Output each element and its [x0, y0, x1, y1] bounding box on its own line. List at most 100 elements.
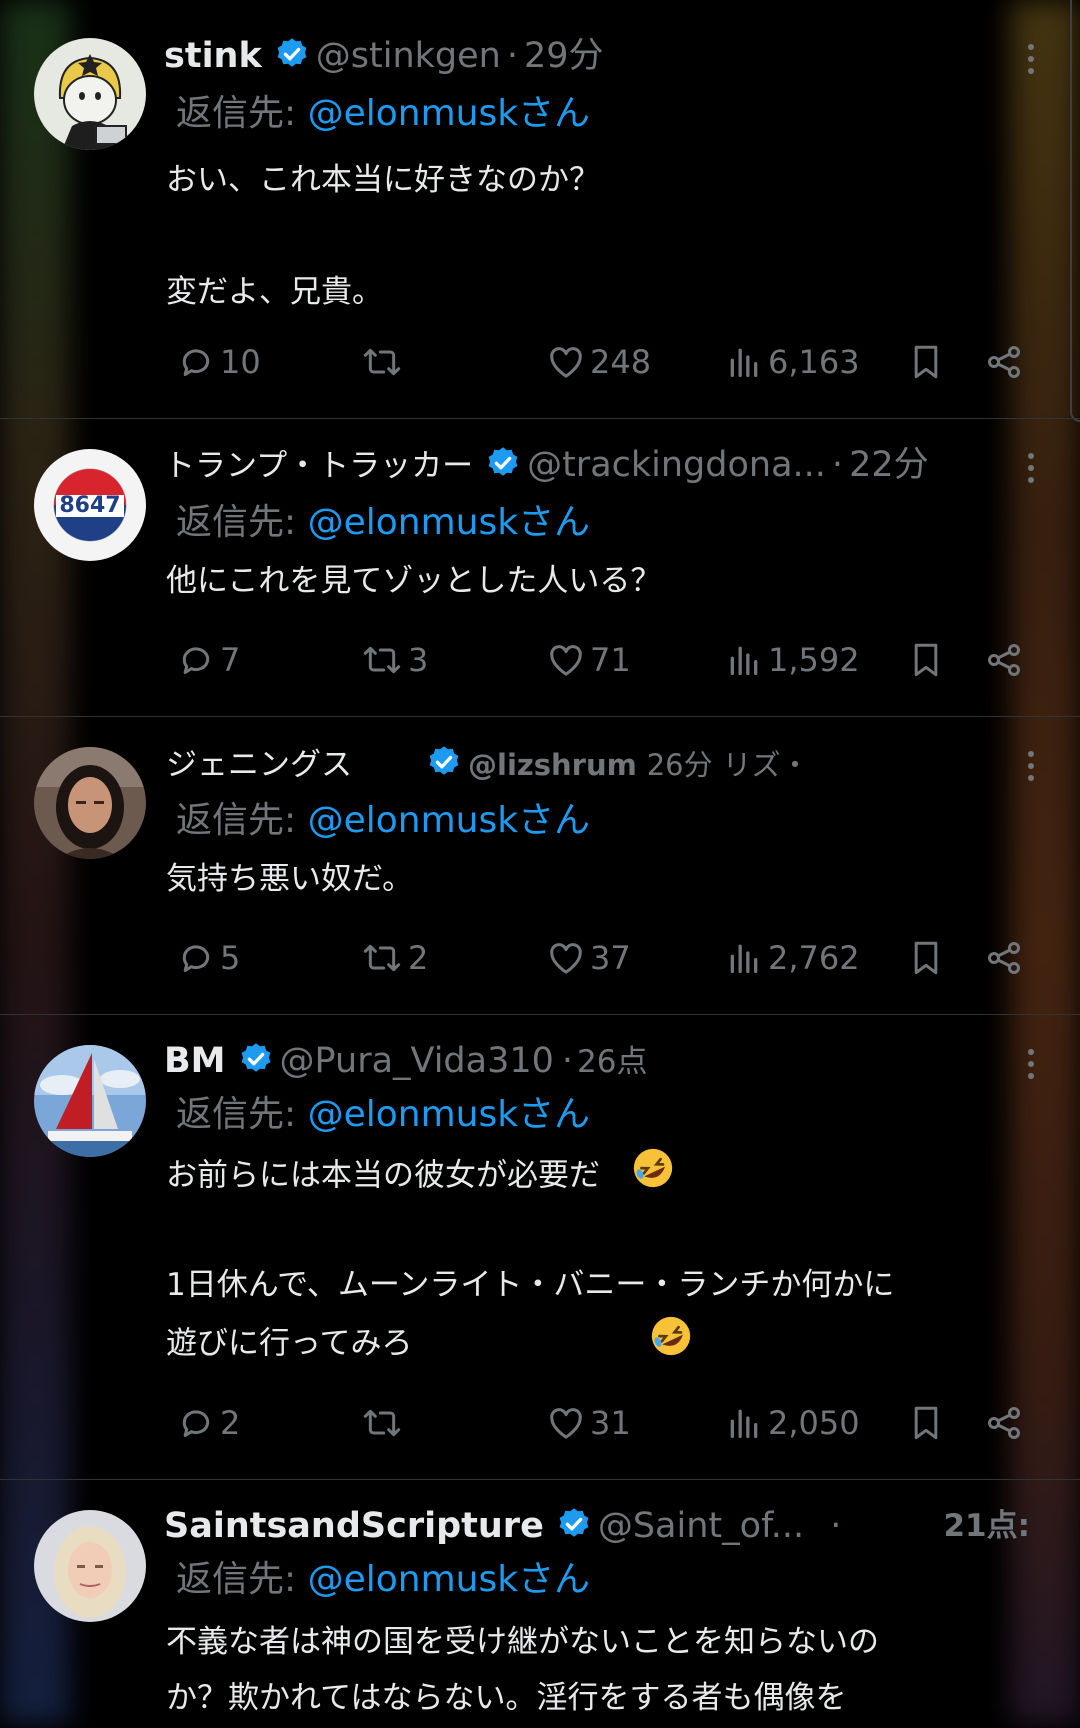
- separator-dot: ·: [561, 1041, 574, 1081]
- views-button[interactable]: 6,163: [724, 342, 860, 382]
- like-count: 71: [590, 641, 631, 679]
- tweet-header: BM @Pura_Vida310 · 26点: [164, 1037, 930, 1090]
- retweet-icon: [363, 348, 401, 376]
- bookmark-button[interactable]: [908, 1403, 948, 1443]
- reply-icon: [182, 349, 210, 376]
- tweet[interactable]: SaintsandScripture @Saint_of... · 21点: 返信先…: [0, 1480, 1080, 1728]
- tweet[interactable]: 8647 トランプ・トラッカー @trackingdona... · 22分 返信先:…: [0, 419, 1080, 717]
- like-button[interactable]: 248: [546, 342, 651, 382]
- verified-badge-icon: [238, 1041, 274, 1090]
- tweet-text-span: お前らには本当の彼女が必要だ: [166, 1157, 600, 1194]
- verified-badge-icon: [485, 445, 521, 494]
- tweet-text: 気持ち悪い奴だ。: [166, 851, 960, 907]
- display-name[interactable]: トランプ・トラッカー: [164, 448, 473, 484]
- reply-button[interactable]: 5: [176, 938, 240, 978]
- display-name[interactable]: ジェニングス: [166, 747, 352, 783]
- timestamp[interactable]: 22分: [849, 445, 929, 485]
- timestamp[interactable]: 21点:: [943, 1502, 1030, 1550]
- reply-button[interactable]: 7: [176, 640, 240, 680]
- reply-prefix: 返信先:: [176, 1559, 308, 1600]
- mention-link[interactable]: @elonmuskさん: [308, 1094, 590, 1135]
- reply-icon: [182, 647, 210, 674]
- like-button[interactable]: 37: [546, 938, 631, 978]
- share-button[interactable]: [984, 342, 1028, 382]
- bookmark-button[interactable]: [908, 938, 948, 978]
- avatar[interactable]: 8647: [34, 449, 146, 561]
- reply-button[interactable]: 2: [176, 1403, 240, 1443]
- display-name[interactable]: SaintsandScripture: [164, 1506, 544, 1546]
- timestamp[interactable]: 29分: [524, 36, 604, 76]
- replying-to: 返信先: @elonmuskさん: [176, 1556, 590, 1604]
- retweet-button[interactable]: [360, 342, 408, 382]
- avatar[interactable]: [34, 747, 146, 859]
- retweet-button[interactable]: 3: [360, 640, 428, 680]
- more-icon[interactable]: [1026, 453, 1036, 489]
- mention-link[interactable]: @elonmuskさん: [308, 800, 590, 841]
- action-bar: 7 3 71 1,592: [176, 640, 1028, 690]
- more-icon[interactable]: [1026, 44, 1036, 80]
- heart-icon: [550, 1408, 582, 1439]
- views-button[interactable]: 2,050: [724, 1403, 860, 1443]
- tweet[interactable]: ジェニングス @lizshrum 26分 リズ・ 返信先: @elonmuskさん…: [0, 717, 1080, 1015]
- reply-count: 10: [220, 343, 261, 381]
- view-count: 2,050: [768, 1404, 860, 1442]
- like-button[interactable]: 71: [546, 640, 631, 680]
- share-icon: [987, 1406, 1021, 1440]
- retweet-button[interactable]: [360, 1403, 408, 1443]
- like-count: 37: [590, 939, 631, 977]
- tweet-header: SaintsandScripture @Saint_of... ·: [164, 1502, 860, 1555]
- timestamp[interactable]: 26分: [647, 748, 713, 782]
- mention-link[interactable]: @elonmuskさん: [308, 93, 590, 134]
- share-button[interactable]: [984, 938, 1028, 978]
- reply-feed: stink @stinkgen · 29分 返信先: @elonmuskさん おい、こ…: [0, 0, 1080, 1728]
- like-count: 31: [590, 1404, 631, 1442]
- replying-to: 返信先: @elonmuskさん: [176, 90, 590, 138]
- retweet-button[interactable]: 2: [360, 938, 428, 978]
- share-button[interactable]: [984, 1403, 1028, 1443]
- handle[interactable]: @trackingdona...: [527, 445, 826, 485]
- tweet-text: 他にこれを見てゾッとした人いる？: [166, 553, 960, 609]
- more-icon[interactable]: [1026, 751, 1036, 787]
- timestamp[interactable]: 26点: [577, 1044, 647, 1080]
- avatar[interactable]: [34, 1510, 146, 1622]
- mention-link[interactable]: @elonmuskさん: [308, 502, 590, 543]
- bookmark-button[interactable]: [908, 640, 948, 680]
- like-button[interactable]: 31: [546, 1403, 631, 1443]
- separator-dot: ·: [506, 36, 518, 76]
- tweet[interactable]: BM @Pura_Vida310 · 26点 返信先: @elonmuskさん お前ら…: [0, 1015, 1080, 1480]
- separator-dot: ·: [831, 445, 844, 485]
- reply-button[interactable]: 10: [176, 342, 261, 382]
- tweet-text-line: 1日休んで、ムーンライト・バニー・ランチか何かに: [166, 1267, 895, 1303]
- bookmark-icon: [914, 643, 938, 677]
- bookmark-icon: [914, 941, 938, 975]
- verified-badge-icon: [274, 36, 310, 85]
- tweet-text-line: 不義な者は神の国を受け継がないことを知らないの: [166, 1624, 879, 1660]
- action-bar: 10 248 6,163: [176, 342, 1028, 392]
- avatar[interactable]: [34, 1045, 146, 1157]
- handle[interactable]: @Pura_Vida310: [280, 1041, 554, 1081]
- more-icon[interactable]: [1026, 1049, 1036, 1085]
- verified-badge-icon: [556, 1506, 592, 1555]
- views-button[interactable]: 1,592: [724, 640, 860, 680]
- handle[interactable]: @Saint_of...: [598, 1506, 804, 1546]
- tweet-text-line: 気持ち悪い奴だ。: [166, 861, 414, 897]
- handle[interactable]: @stinkgen: [316, 36, 501, 76]
- action-bar: 5 2 37 2,762: [176, 938, 1028, 988]
- tweet[interactable]: stink @stinkgen · 29分 返信先: @elonmuskさん おい、こ…: [0, 0, 1080, 419]
- display-name[interactable]: stink: [164, 36, 262, 76]
- share-button[interactable]: [984, 640, 1028, 680]
- mention-link[interactable]: @elonmuskさん: [308, 1559, 590, 1600]
- handle[interactable]: @lizshrum: [468, 748, 637, 782]
- retweet-icon: [363, 944, 401, 972]
- reply-icon: [182, 1410, 210, 1437]
- display-name[interactable]: BM: [164, 1041, 226, 1081]
- verified-badge-icon: [426, 744, 462, 794]
- tweet-text-span: 遊びに行ってみろ: [166, 1325, 413, 1362]
- rolling-laughing-emoji-icon: [648, 1313, 694, 1377]
- views-button[interactable]: 2,762: [724, 938, 860, 978]
- avatar[interactable]: [34, 38, 146, 150]
- bookmark-button[interactable]: [908, 342, 948, 382]
- tweet-text-line: 他にこれを見てゾッとした人いる？: [166, 563, 662, 599]
- reply-prefix: 返信先:: [176, 800, 308, 841]
- replying-to: 返信先: @elonmuskさん: [176, 1091, 590, 1139]
